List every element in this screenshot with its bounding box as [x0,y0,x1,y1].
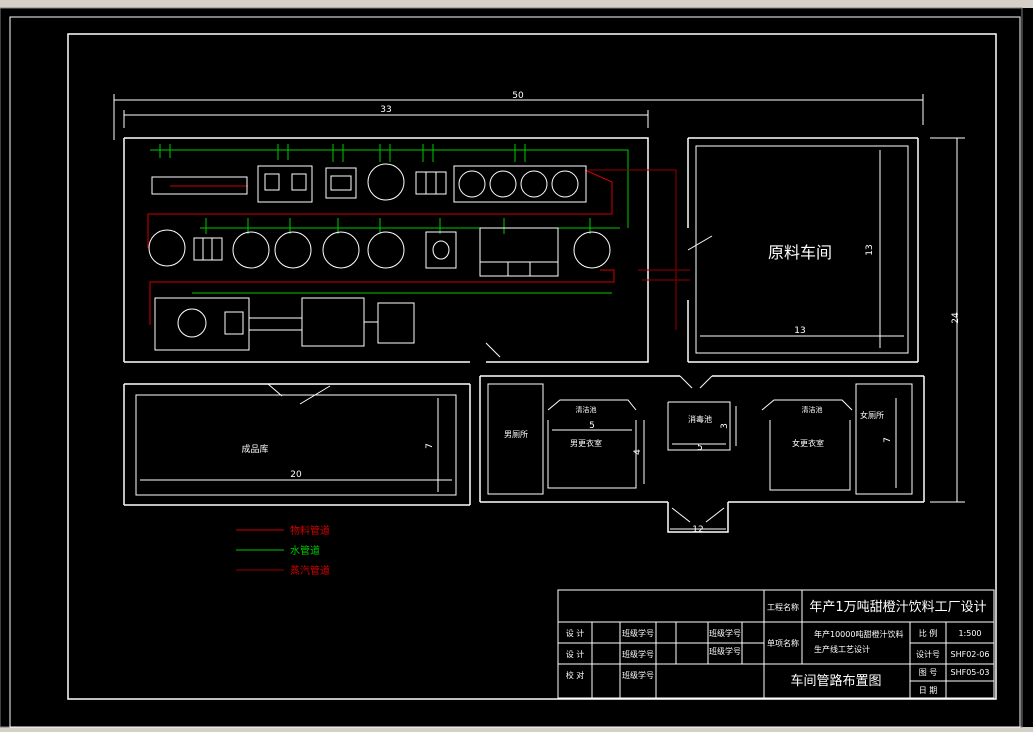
design-no-value: SHF02-06 [951,650,990,659]
date-label: 日 期 [919,686,938,695]
unit-name-line-1: 年产10000吨甜橙汁饮料 [814,629,903,639]
legend-water-label: 水管道 [290,544,320,557]
dim-label-13-w: 13 [794,326,805,336]
drawing-no-value: SHF05-03 [951,668,990,677]
male-toilet-label: 男厕所 [504,429,528,439]
dim-label-3: 3 [720,423,730,429]
role-check: 校 对 [566,670,585,680]
project-name: 年产1万吨甜橙汁饮料工厂设计 [809,599,986,615]
class-no-3: 班级学号 [622,670,654,680]
drawing-viewport[interactable] [0,7,1023,728]
raw-material-room-label: 原料车间 [768,243,832,262]
dim-label-24: 24 [951,312,961,324]
female-dressing-label: 女更衣室 [792,438,824,448]
cad-drawing: 50 33 24 原料车间 13 13 成品库 20 7 男厕所 清洁池 5 男… [0,0,1033,732]
dim-label-12: 12 [692,525,703,535]
role-design-2: 设 计 [566,649,585,659]
female-toilet-label: 女厕所 [860,410,884,420]
dim-label-50: 50 [512,91,524,101]
dim-label-13-h: 13 [865,244,875,255]
dim-label-20: 20 [290,470,302,480]
window-bottom-bar [0,727,1033,732]
scale-label: 比 例 [919,628,938,638]
design-no-label: 设计号 [916,649,940,659]
warehouse-label: 成品库 [241,443,268,455]
unit-label: 单项名称 [767,638,799,648]
drawing-title: 车间管路布置图 [790,673,881,689]
scale-value: 1:500 [958,629,981,638]
role-design-1: 设 计 [566,628,585,638]
unit-name-line-2: 生产线工艺设计 [814,644,870,654]
dim-label-33: 33 [380,105,391,115]
clean-pool-left-label: 清洁池 [576,405,597,414]
male-dressing-label: 男更衣室 [570,438,602,448]
legend-material-label: 物料管道 [290,524,330,537]
class-no-2: 班级学号 [622,649,654,659]
dim-label-7-right: 7 [883,437,893,443]
class-no-1: 班级学号 [622,628,654,638]
legend-steam-label: 蒸汽管道 [290,564,330,577]
dim-label-4: 4 [633,449,643,455]
window-top-bar [0,0,1033,8]
dim-label-5-mid: 5 [697,443,703,453]
class-no-5: 班级学号 [709,646,741,656]
class-no-4: 班级学号 [709,628,741,638]
drawing-no-label: 图 号 [919,668,938,677]
dim-label-5-left: 5 [589,421,595,431]
clean-pool-right-label: 清洁池 [802,405,823,414]
disinfect-pool-label: 消毒池 [688,414,712,424]
dim-label-7-left: 7 [425,443,435,449]
project-label: 工程名称 [767,602,799,612]
